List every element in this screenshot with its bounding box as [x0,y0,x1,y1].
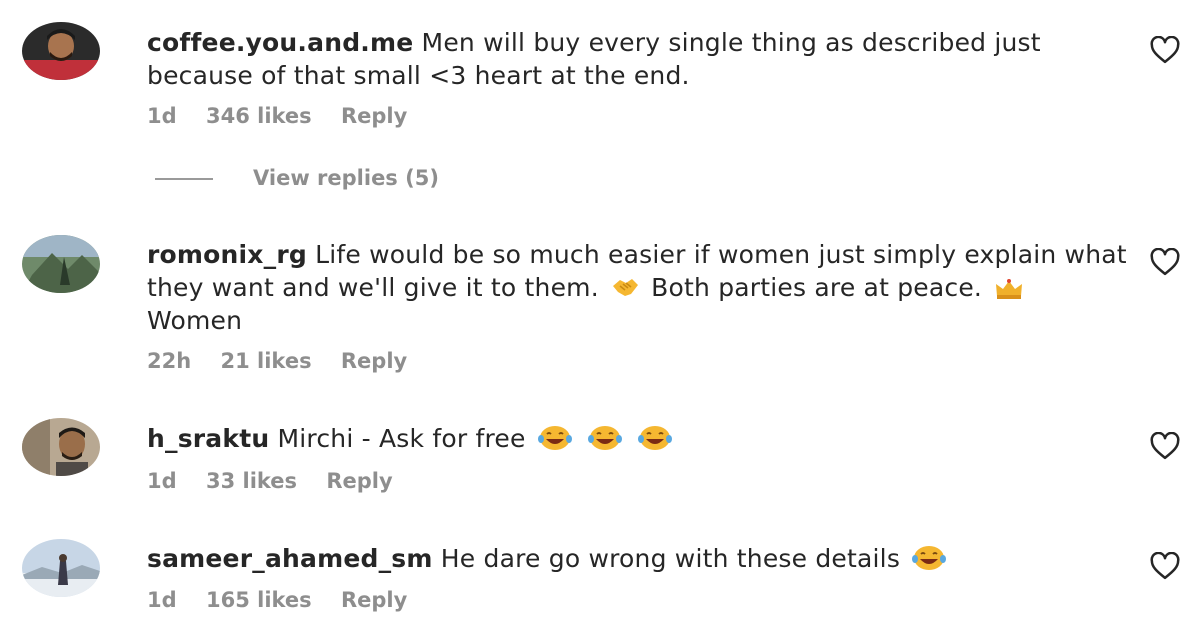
avatar[interactable] [22,418,100,476]
avatar[interactable] [22,22,100,80]
comment-text: sameer_ahamed_sm He dare go wrong with t… [147,542,1127,575]
heart-outline-icon[interactable] [1150,248,1180,276]
divider-line [155,178,213,180]
comment-likes[interactable]: 21 likes [221,349,312,373]
comment-meta: 1d 165 likes Reply [147,588,429,612]
avatar[interactable] [22,539,100,597]
comment-meta: 1d 33 likes Reply [147,469,415,493]
heart-outline-icon[interactable] [1150,552,1180,580]
comment-body: Mirchi - Ask for free [277,424,526,453]
comment-username[interactable]: sameer_ahamed_sm [147,544,433,573]
comment-username[interactable]: h_sraktu [147,424,269,453]
laughing-emoji [912,545,947,571]
comment-body: Women [147,306,243,335]
laughing-emoji [537,425,572,451]
reply-button[interactable]: Reply [341,104,407,128]
comment-likes[interactable]: 33 likes [206,469,297,493]
crown-emoji [994,278,1024,300]
reply-button[interactable]: Reply [326,469,392,493]
comment-body: Both parties are at peace. [651,273,983,302]
reply-button[interactable]: Reply [341,588,407,612]
comment-time: 1d [147,588,177,612]
comment-meta: 1d 346 likes Reply [147,104,429,128]
comment-meta: 22h 21 likes Reply [147,349,429,373]
comment-text: coffee.you.and.me Men will buy every sin… [147,26,1127,92]
comment-time: 1d [147,104,177,128]
heart-outline-icon[interactable] [1150,432,1180,460]
view-replies-label[interactable]: View replies (5) [253,166,439,190]
view-replies-button[interactable]: View replies (5) [155,166,439,190]
comment-likes[interactable]: 165 likes [206,588,312,612]
handshake-emoji [611,276,639,300]
heart-outline-icon[interactable] [1150,36,1180,64]
reply-button[interactable]: Reply [341,349,407,373]
comment-text: romonix_rg Life would be so much easier … [147,238,1127,337]
comment-likes[interactable]: 346 likes [206,104,312,128]
comment-body: He dare go wrong with these details [440,544,901,573]
comment-username[interactable]: romonix_rg [147,240,307,269]
comment-text: h_sraktu Mirchi - Ask for free [147,422,1127,455]
comment-time: 1d [147,469,177,493]
avatar[interactable] [22,235,100,293]
comment-username[interactable]: coffee.you.and.me [147,28,413,57]
laughing-emoji [587,425,622,451]
laughing-emoji [638,425,673,451]
comment-time: 22h [147,349,192,373]
